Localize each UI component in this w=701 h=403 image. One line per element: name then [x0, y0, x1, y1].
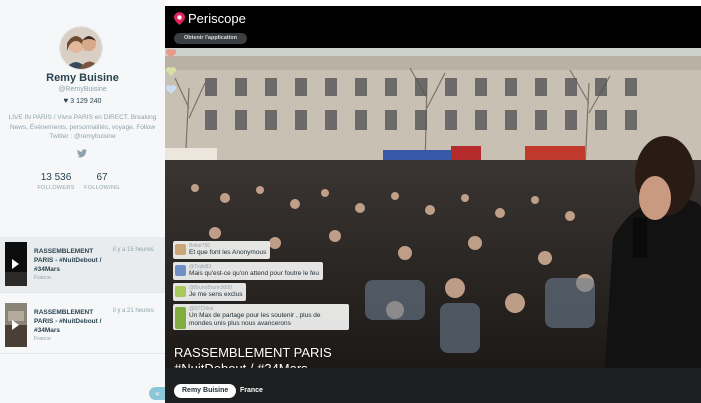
video-player: Periscope Obtenir l'application Beliar75…	[165, 6, 701, 403]
comment-text: Je me sens exclus	[189, 291, 243, 298]
broadcaster-button[interactable]: Remy Buisine	[174, 384, 237, 398]
periscope-logo-icon	[174, 12, 185, 25]
comment: @STChloe Un Max de partage pour les sout…	[173, 304, 349, 330]
broadcast-time: il y a 21 heures	[113, 308, 154, 314]
profile-bio: LIVE IN PARIS / Vivre PARIS en DIRECT. B…	[8, 114, 157, 140]
following-count: 67	[96, 172, 108, 183]
twitter-icon[interactable]	[77, 149, 87, 158]
following-label: FOLLOWING	[84, 185, 120, 191]
heart-icon: ♥	[63, 96, 69, 105]
broadcast-place: France	[34, 336, 52, 342]
comment-avatar	[175, 307, 186, 329]
comment-text: Et que font les Anonymous	[189, 249, 267, 256]
comment-avatar	[175, 286, 186, 297]
avatar[interactable]	[59, 26, 103, 70]
play-icon	[12, 320, 19, 330]
profile-sidebar: Remy Buisine @RemyBuisine ♥ 3 129 240 LIV…	[0, 0, 166, 403]
get-app-button[interactable]: Obtenir l'application	[174, 33, 247, 44]
app-name: Periscope	[188, 11, 246, 26]
profile-handle[interactable]: @RemyBuisine	[0, 86, 165, 93]
collapse-sidebar-button[interactable]: «	[149, 387, 166, 400]
broadcast-time: il y a 15 heures	[113, 247, 154, 253]
broadcast-thumbnail	[5, 242, 27, 286]
player-header: Periscope Obtenir l'application	[165, 6, 701, 48]
floating-hearts	[165, 49, 177, 94]
periscope-page: Remy Buisine @RemyBuisine ♥ 3 129 240 LIV…	[0, 0, 701, 403]
broadcast-thumbnail	[5, 303, 27, 347]
profile-name: Remy Buisine	[46, 72, 119, 84]
stream-location: France	[240, 387, 263, 394]
broadcast-title: RASSEMBLEMENT PARIS - #NuitDebout / #34M…	[34, 309, 102, 334]
comment: Beliar750 Et que font les Anonymous	[173, 241, 271, 259]
broadcast-place: France	[34, 275, 52, 281]
comment: @Tiqiki83 Mais qu'est-ce qu'on attend po…	[173, 262, 324, 280]
hearts-count: ♥ 3 129 240	[0, 96, 165, 105]
broadcast-title: RASSEMBLEMENT PARIS - #NuitDebout / #34M…	[34, 248, 102, 273]
comment-text: Un Max de partage pour les soutenir , pl…	[189, 312, 321, 327]
broadcast-item[interactable]: RASSEMBLEMENT PARIS - #NuitDebout / #34M…	[0, 298, 165, 354]
hearts-value: 3 129 240	[70, 98, 102, 105]
comment: @BrunoBrunn3000 Je me sens exclus	[173, 283, 247, 301]
video-stream[interactable]: Beliar750 Et que font les Anonymous @Tiq…	[165, 48, 701, 368]
comment-avatar	[175, 244, 186, 255]
broadcast-item[interactable]: RASSEMBLEMENT PARIS - #NuitDebout / #34M…	[0, 237, 165, 293]
stream-title-line1: RASSEMBLEMENT PARIS	[174, 345, 332, 360]
following-stat[interactable]: 67 FOLLOWING	[72, 172, 132, 191]
comment-avatar	[175, 265, 186, 276]
play-icon	[12, 259, 19, 269]
comment-text: Mais qu'est-ce qu'on attend pour foutre …	[189, 270, 320, 277]
